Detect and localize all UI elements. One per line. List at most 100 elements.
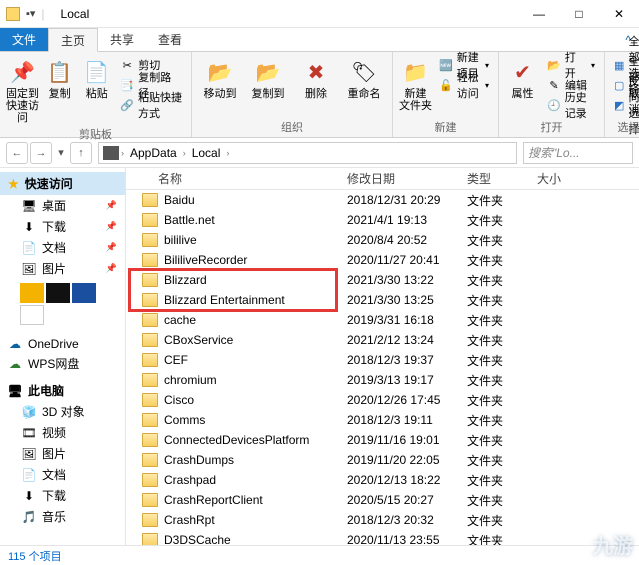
- divider: |: [41, 7, 44, 21]
- sidebar-icon: ⬇: [22, 489, 36, 503]
- chevron-right-icon[interactable]: ›: [226, 148, 229, 158]
- qat-icon[interactable]: ▪▾: [26, 7, 35, 20]
- folder-icon: [142, 433, 158, 447]
- table-row[interactable]: Comms2018/12/3 19:11文件夹: [126, 410, 639, 430]
- table-row[interactable]: Baidu2018/12/31 20:29文件夹: [126, 190, 639, 210]
- properties-button[interactable]: ✔属性: [505, 56, 540, 117]
- file-date: 2021/4/1 19:13: [341, 213, 461, 227]
- new-folder-button[interactable]: 📁新建 文件夹: [399, 56, 432, 117]
- pin-icon: 📌: [106, 200, 117, 211]
- file-date: 2019/11/16 19:01: [341, 433, 461, 447]
- folder-icon: [142, 333, 158, 347]
- close-button[interactable]: ✕: [599, 0, 639, 28]
- sidebar-icon: 🧊: [22, 405, 36, 419]
- window-title: Local: [61, 7, 90, 21]
- sidebar-item-label: 3D 对象: [42, 403, 85, 420]
- table-row[interactable]: ConnectedDevicesPlatform2019/11/16 19:01…: [126, 430, 639, 450]
- pin-icon: 📌: [106, 221, 117, 232]
- maximize-button[interactable]: □: [559, 0, 599, 28]
- table-row[interactable]: D3DSCache2020/11/13 23:55文件夹: [126, 530, 639, 545]
- star-icon: ★: [8, 177, 19, 191]
- table-row[interactable]: Blizzard Entertainment2021/3/30 13:25文件夹: [126, 290, 639, 310]
- table-row[interactable]: CrashDumps2019/11/20 22:05文件夹: [126, 450, 639, 470]
- move-to-button[interactable]: 📂移动到: [198, 56, 242, 117]
- file-type: 文件夹: [461, 412, 531, 429]
- invert-selection-button[interactable]: ◩反向选择: [611, 96, 639, 114]
- sidebar-item[interactable]: 🎵音乐: [0, 506, 125, 527]
- ribbon: 📌固定到快速访问 📋复制 📄粘贴 ✂剪切 📑复制路径 🔗粘贴快捷方式 剪贴板 📂…: [0, 52, 639, 138]
- sidebar-icon: 🎵: [22, 510, 36, 524]
- chevron-right-icon[interactable]: ›: [183, 148, 186, 158]
- table-row[interactable]: CrashReportClient2020/5/15 20:27文件夹: [126, 490, 639, 510]
- sidebar-item-label: 桌面: [42, 197, 66, 214]
- table-row[interactable]: Cisco2020/12/26 17:45文件夹: [126, 390, 639, 410]
- copy-to-button[interactable]: 📂复制到: [246, 56, 290, 117]
- tab-view[interactable]: 查看: [146, 28, 194, 51]
- file-type: 文件夹: [461, 252, 531, 269]
- table-row[interactable]: Crashpad2020/12/13 18:22文件夹: [126, 470, 639, 490]
- minimize-button[interactable]: —: [519, 0, 559, 28]
- sidebar-item[interactable]: 📄文档📌: [0, 237, 125, 258]
- pin-quick-access-button[interactable]: 📌固定到快速访问: [6, 56, 39, 124]
- paste-button[interactable]: 📄粘贴: [80, 56, 113, 124]
- col-date[interactable]: 修改日期: [341, 170, 461, 187]
- sidebar-item[interactable]: 🎞视频: [0, 422, 125, 443]
- table-row[interactable]: cache2019/3/31 16:18文件夹: [126, 310, 639, 330]
- chevron-right-icon[interactable]: ›: [121, 148, 124, 158]
- tab-file[interactable]: 文件: [0, 28, 48, 51]
- nav-up-button[interactable]: ↑: [70, 142, 92, 164]
- breadcrumb-item[interactable]: AppData: [126, 146, 181, 160]
- item-count: 115 个项目: [8, 548, 62, 564]
- file-list: 名称 修改日期 类型 大小 Baidu2018/12/31 20:29文件夹Ba…: [126, 168, 639, 545]
- sidebar-item[interactable]: 🖼图片: [0, 443, 125, 464]
- sidebar-item[interactable]: ⬇下载📌: [0, 216, 125, 237]
- table-row[interactable]: chromium2019/3/13 19:17文件夹: [126, 370, 639, 390]
- pin-icon: 📌: [106, 263, 117, 274]
- sidebar-item[interactable]: 🖼图片📌: [0, 258, 125, 279]
- sidebar-quick-access[interactable]: ★快速访问: [0, 172, 125, 195]
- file-date: 2020/12/26 17:45: [341, 393, 461, 407]
- open-button[interactable]: 📂打开▾: [544, 56, 598, 74]
- breadcrumb-item[interactable]: Local: [188, 146, 225, 160]
- rename-button[interactable]: 🏷重命名: [342, 56, 386, 117]
- copy-button[interactable]: 📋复制: [43, 56, 76, 124]
- folder-icon: [142, 293, 158, 307]
- paste-shortcut-button[interactable]: 🔗粘贴快捷方式: [117, 96, 185, 114]
- col-name[interactable]: 名称: [126, 170, 341, 187]
- file-name: CEF: [164, 353, 188, 367]
- easy-access-button[interactable]: 🔓轻松访问▾: [436, 76, 492, 94]
- sidebar-icon: 🖼: [22, 262, 36, 276]
- sidebar-item[interactable]: 📄文档: [0, 464, 125, 485]
- table-row[interactable]: Battle.net2021/4/1 19:13文件夹: [126, 210, 639, 230]
- sidebar-cloud-item[interactable]: ☁OneDrive: [0, 335, 125, 353]
- col-size[interactable]: 大小: [531, 170, 567, 187]
- delete-button[interactable]: ✖删除: [294, 56, 338, 117]
- file-type: 文件夹: [461, 212, 531, 229]
- sidebar-item[interactable]: ⬇下载: [0, 485, 125, 506]
- nav-back-button[interactable]: ←: [6, 142, 28, 164]
- history-button[interactable]: 🕘历史记录: [544, 96, 598, 114]
- file-type: 文件夹: [461, 312, 531, 329]
- sidebar-cloud-item[interactable]: ☁WPS网盘: [0, 353, 125, 374]
- table-row[interactable]: BililiveRecorder2020/11/27 20:41文件夹: [126, 250, 639, 270]
- file-name: Blizzard: [164, 273, 207, 287]
- nav-recent-button[interactable]: ▾: [54, 142, 68, 164]
- file-date: 2020/12/13 18:22: [341, 473, 461, 487]
- ribbon-group-clipboard: 📌固定到快速访问 📋复制 📄粘贴 ✂剪切 📑复制路径 🔗粘贴快捷方式 剪贴板: [0, 52, 192, 137]
- table-row[interactable]: Blizzard2021/3/30 13:22文件夹: [126, 270, 639, 290]
- nav-forward-button[interactable]: →: [30, 142, 52, 164]
- table-row[interactable]: bililive2020/8/4 20:52文件夹: [126, 230, 639, 250]
- tab-home[interactable]: 主页: [48, 28, 98, 52]
- file-name: cache: [164, 313, 196, 327]
- table-row[interactable]: CrashRpt2018/12/3 20:32文件夹: [126, 510, 639, 530]
- table-row[interactable]: CBoxService2021/2/12 13:24文件夹: [126, 330, 639, 350]
- tab-share[interactable]: 共享: [98, 28, 146, 51]
- file-date: 2021/3/30 13:25: [341, 293, 461, 307]
- sidebar-this-pc[interactable]: 🖥此电脑: [0, 380, 125, 401]
- sidebar-item[interactable]: 🖥桌面📌: [0, 195, 125, 216]
- breadcrumb[interactable]: › AppData › Local ›: [98, 142, 517, 164]
- sidebar-item[interactable]: 🧊 3D 对象: [0, 401, 125, 422]
- table-row[interactable]: CEF2018/12/3 19:37文件夹: [126, 350, 639, 370]
- search-input[interactable]: 搜索"Lo...: [523, 142, 633, 164]
- col-type[interactable]: 类型: [461, 170, 531, 187]
